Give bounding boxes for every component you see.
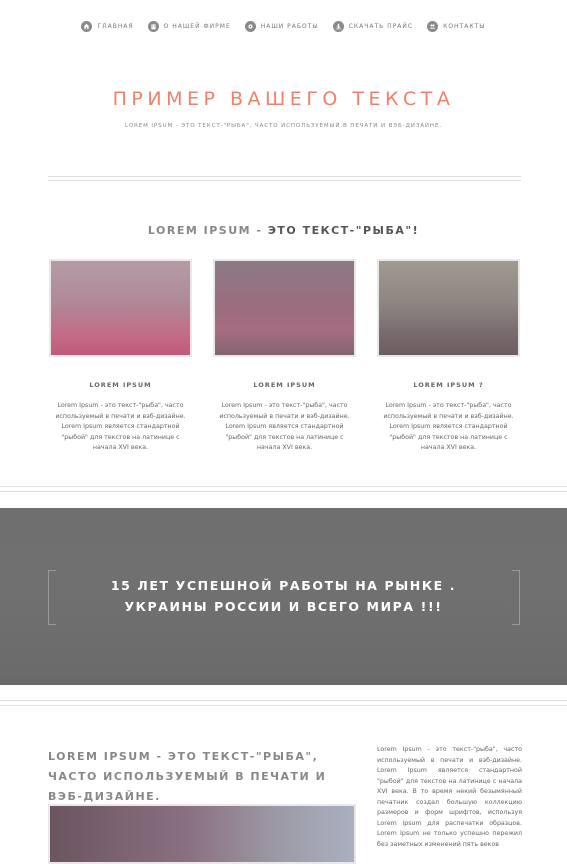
bottom-title: LOREM IPSUM - ЭТО ТЕКСТ-"РЫБА", ЧАСТО ИС… <box>48 750 327 803</box>
card-title: LOREM IPSUM <box>253 381 316 389</box>
nav-label: скачать прайс <box>348 22 414 30</box>
card-image[interactable] <box>49 259 192 357</box>
card-text: Lorem Ipsum - это текст-"рыба", часто ис… <box>55 402 186 451</box>
card-image[interactable] <box>213 259 356 357</box>
building-icon <box>147 20 159 32</box>
hero-title: ПРИМЕР ВАШЕГО ТЕКСТА <box>112 88 455 110</box>
users-icon <box>427 20 439 32</box>
nav-item-works[interactable]: наши работы <box>244 20 319 32</box>
home-icon <box>81 20 93 32</box>
nav-label: главная <box>97 22 134 30</box>
divider <box>0 700 567 706</box>
bottom-text: Lorem Ipsum - это текст-"рыба", часто ис… <box>377 746 522 848</box>
section-title-light: LOREM IPSUM - <box>147 224 263 237</box>
main-nav: главная о нашей фирме наши работы скачат… <box>0 0 567 52</box>
nav-item-contacts[interactable]: контакты <box>427 20 486 32</box>
card: LOREM IPSUM ? Lorem Ipsum - это текст-"р… <box>377 259 520 451</box>
card-title: LOREM IPSUM ? <box>413 381 484 389</box>
section-title: LOREM IPSUM - ЭТО ТЕКСТ-"РЫБА"! <box>0 224 567 237</box>
download-icon <box>332 20 344 32</box>
nav-item-home[interactable]: главная <box>81 20 134 32</box>
banner-line-1: 15 ЛЕТ УСПЕШНОЙ РАБОТЫ НА РЫНКЕ . <box>110 578 457 593</box>
divider <box>48 176 521 181</box>
nav-item-about[interactable]: о нашей фирме <box>147 20 231 32</box>
card-text: Lorem Ipsum - это текст-"рыба", часто ис… <box>383 402 514 451</box>
card-text: Lorem Ipsum - это текст-"рыба", часто ис… <box>219 402 350 451</box>
nav-item-download-price[interactable]: скачать прайс <box>332 20 414 32</box>
nav-label: о нашей фирме <box>163 22 231 30</box>
section-title-bold: ЭТО ТЕКСТ-"РЫБА"! <box>267 224 420 237</box>
card-title: LOREM IPSUM <box>89 381 152 389</box>
hero-subtitle: LOREM IPSUM - ЭТО ТЕКСТ-"РЫБА", ЧАСТО ИС… <box>125 123 442 129</box>
banner-line-2: УКРАИНЫ РОССИИ И ВСЕГО МИРА !!! <box>124 599 443 614</box>
bottom-image[interactable] <box>48 804 356 864</box>
divider <box>0 486 567 492</box>
gear-icon <box>244 20 256 32</box>
card: LOREM IPSUM Lorem Ipsum - это текст-"рыб… <box>49 259 192 451</box>
nav-label: наши работы <box>260 22 319 30</box>
nav-label: контакты <box>443 22 486 30</box>
promo-banner: 15 ЛЕТ УСПЕШНОЙ РАБОТЫ НА РЫНКЕ . УКРАИН… <box>0 508 567 685</box>
card-image[interactable] <box>377 259 520 357</box>
card: LOREM IPSUM Lorem Ipsum - это текст-"рыб… <box>213 259 356 451</box>
